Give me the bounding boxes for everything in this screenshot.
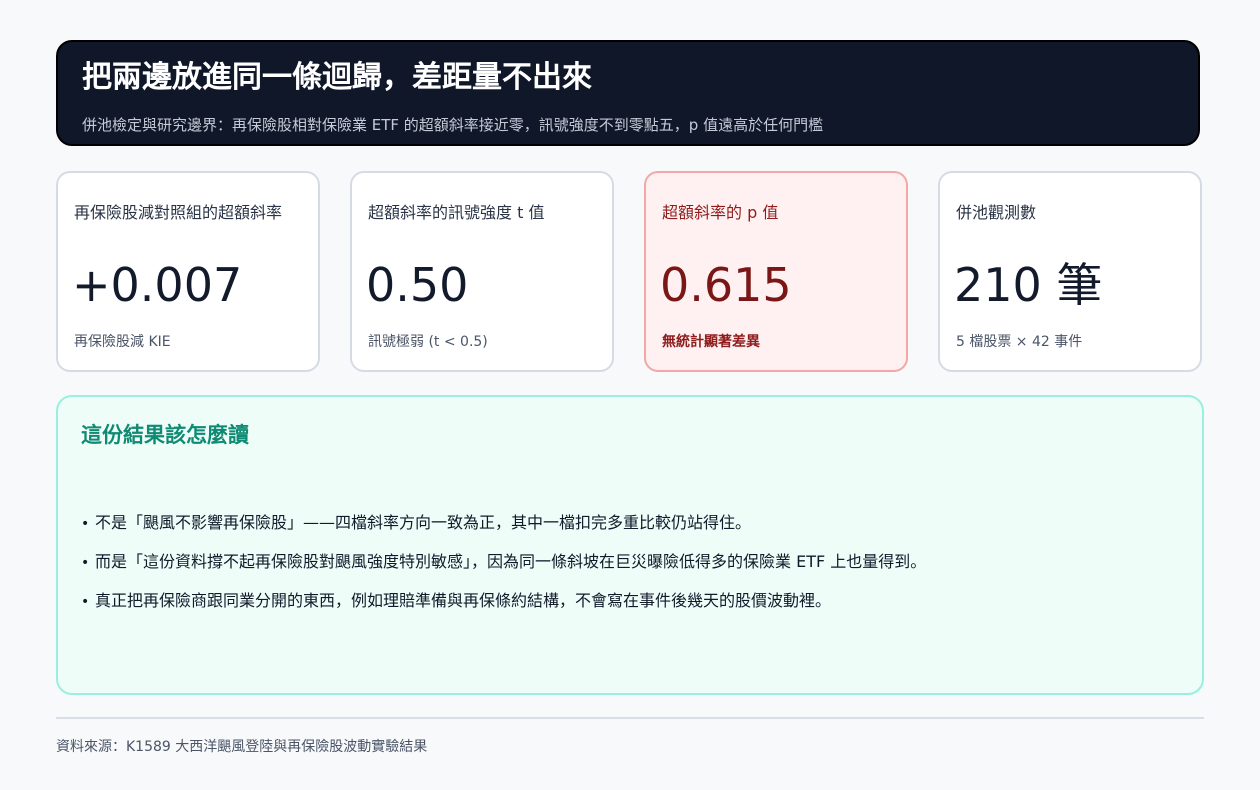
list-item-text: 不是「颶風不影響再保險股」——四檔斜率方向一致為正，其中一檔扣完多重比較仍站得住… [95, 513, 752, 532]
list-item: • 不是「颶風不影響再保險股」——四檔斜率方向一致為正，其中一檔扣完多重比較仍站得… [81, 513, 926, 552]
page-subtitle: 併池檢定與研究邊界：再保險股相對保險業 ETF 的超額斜率接近零，訊號強度不到零… [82, 116, 824, 134]
metric-card-value: 0.615 [660, 258, 792, 312]
footer-divider [56, 717, 1204, 719]
metric-card-label: 再保險股減對照組的超額斜率 [74, 203, 283, 222]
bullet-icon: • [81, 555, 90, 571]
metric-card-excess-slope: 再保險股減對照組的超額斜率 +0.007 再保險股減 KIE [56, 171, 320, 372]
list-item-text: 真正把再保險商跟同業分開的東西，例如理賠準備與再保條約結構，不會寫在事件後幾天的… [95, 591, 832, 610]
metric-card-label: 併池觀測數 [956, 203, 1037, 222]
panel-title: 這份結果該怎麼讀 [81, 423, 249, 447]
metric-card-label: 超額斜率的 p 值 [662, 203, 779, 222]
metric-card-p-value: 超額斜率的 p 值 0.615 無統計顯著差異 [644, 171, 908, 372]
metric-card-note: 無統計顯著差異 [662, 334, 760, 350]
list-item-text: 而是「這份資料撐不起再保險股對颶風強度特別敏感」，因為同一條斜坡在巨災曝險低得多… [95, 552, 927, 571]
metric-card-note: 5 檔股票 × 42 事件 [956, 334, 1083, 350]
bullet-icon: • [81, 516, 90, 532]
metric-card-t-value: 超額斜率的訊號強度 t 值 0.50 訊號極弱 (t < 0.5) [350, 171, 614, 372]
header-banner: 把兩邊放進同一條迴歸，差距量不出來 併池檢定與研究邊界：再保險股相對保險業 ET… [56, 40, 1200, 146]
metric-card-value: 210 筆 [954, 258, 1103, 312]
interpretation-panel: 這份結果該怎麼讀 • 不是「颶風不影響再保險股」——四檔斜率方向一致為正，其中一檔… [56, 395, 1204, 695]
metric-card-value: 0.50 [366, 258, 469, 312]
source-note: 資料來源：K1589 大西洋颶風登陸與再保險股波動實驗結果 [56, 739, 428, 755]
interpretation-list: • 不是「颶風不影響再保險股」——四檔斜率方向一致為正，其中一檔扣完多重比較仍站得… [81, 513, 926, 630]
metric-cards: 再保險股減對照組的超額斜率 +0.007 再保險股減 KIE 超額斜率的訊號強度… [56, 171, 1204, 372]
metric-card-observations: 併池觀測數 210 筆 5 檔股票 × 42 事件 [938, 171, 1202, 372]
metric-card-note: 訊號極弱 (t < 0.5) [368, 334, 488, 350]
metric-card-note: 再保險股減 KIE [74, 334, 171, 350]
bullet-icon: • [81, 594, 90, 610]
list-item: • 而是「這份資料撐不起再保險股對颶風強度特別敏感」，因為同一條斜坡在巨災曝險低得… [81, 552, 926, 591]
page-title: 把兩邊放進同一條迴歸，差距量不出來 [82, 60, 592, 95]
metric-card-value: +0.007 [72, 258, 243, 312]
list-item: • 真正把再保險商跟同業分開的東西，例如理賠準備與再保條約結構，不會寫在事件後幾天… [81, 591, 926, 630]
metric-card-label: 超額斜率的訊號強度 t 值 [368, 203, 545, 222]
